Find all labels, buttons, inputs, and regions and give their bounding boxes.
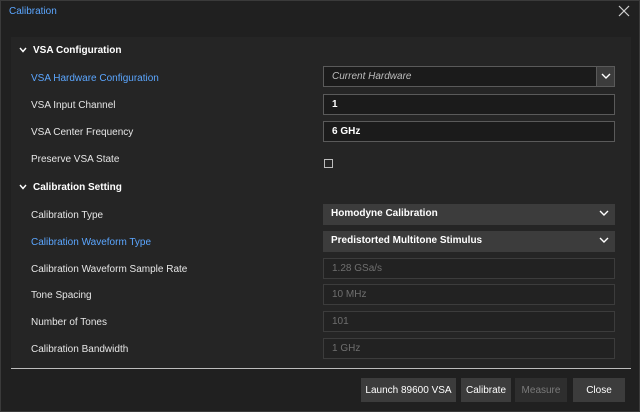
calibration-dialog: Calibration VSA Configuration VSA Hardwa… <box>0 0 640 412</box>
launch-vsa-button[interactable]: Launch 89600 VSA <box>361 378 456 402</box>
input-channel-field[interactable]: 1 <box>323 94 615 115</box>
tone-spacing-label: Tone Spacing <box>31 290 92 301</box>
center-frequency-field[interactable]: 6 GHz <box>323 121 615 142</box>
calibrate-button[interactable]: Calibrate <box>461 378 511 402</box>
close-icon[interactable] <box>617 4 631 18</box>
measure-button[interactable]: Measure <box>515 378 567 402</box>
preserve-state-checkbox[interactable] <box>324 159 333 168</box>
footer-divider <box>11 368 631 369</box>
preserve-state-label: Preserve VSA State <box>31 154 120 165</box>
section-title: VSA Configuration <box>33 45 122 56</box>
section-vsa-configuration[interactable]: VSA Configuration <box>19 45 122 56</box>
hw-config-value: Current Hardware <box>332 71 412 82</box>
close-button[interactable]: Close <box>573 378 625 402</box>
number-of-tones-field: 101 <box>323 311 615 332</box>
title-bar: Calibration <box>1 1 639 23</box>
dialog-title: Calibration <box>9 6 57 17</box>
hw-config-dropdown-button[interactable] <box>596 67 614 86</box>
chevron-down-icon <box>599 236 609 246</box>
calibration-type-select[interactable]: Homodyne Calibration <box>323 204 615 225</box>
chevron-down-icon <box>19 45 29 56</box>
input-channel-label: VSA Input Channel <box>31 100 116 111</box>
chevron-down-icon <box>19 182 29 193</box>
bandwidth-field: 1 GHz <box>323 338 615 359</box>
number-of-tones-label: Number of Tones <box>31 317 107 328</box>
calibration-type-label: Calibration Type <box>31 210 104 221</box>
waveform-type-select[interactable]: Predistorted Multitone Stimulus <box>323 231 615 252</box>
sample-rate-label: Calibration Waveform Sample Rate <box>31 264 188 275</box>
calibration-type-value: Homodyne Calibration <box>331 208 438 219</box>
bandwidth-label: Calibration Bandwidth <box>31 344 129 355</box>
center-frequency-label: VSA Center Frequency <box>31 127 134 138</box>
waveform-type-label: Calibration Waveform Type <box>31 237 152 248</box>
section-title: Calibration Setting <box>33 182 122 193</box>
section-calibration-setting[interactable]: Calibration Setting <box>19 182 122 193</box>
tone-spacing-field: 10 MHz <box>323 284 615 305</box>
sample-rate-field: 1.28 GSa/s <box>323 258 615 279</box>
chevron-down-icon <box>599 209 609 219</box>
hw-config-label: VSA Hardware Configuration <box>31 73 159 84</box>
waveform-type-value: Predistorted Multitone Stimulus <box>331 235 483 246</box>
hw-config-select[interactable]: Current Hardware <box>323 66 615 87</box>
